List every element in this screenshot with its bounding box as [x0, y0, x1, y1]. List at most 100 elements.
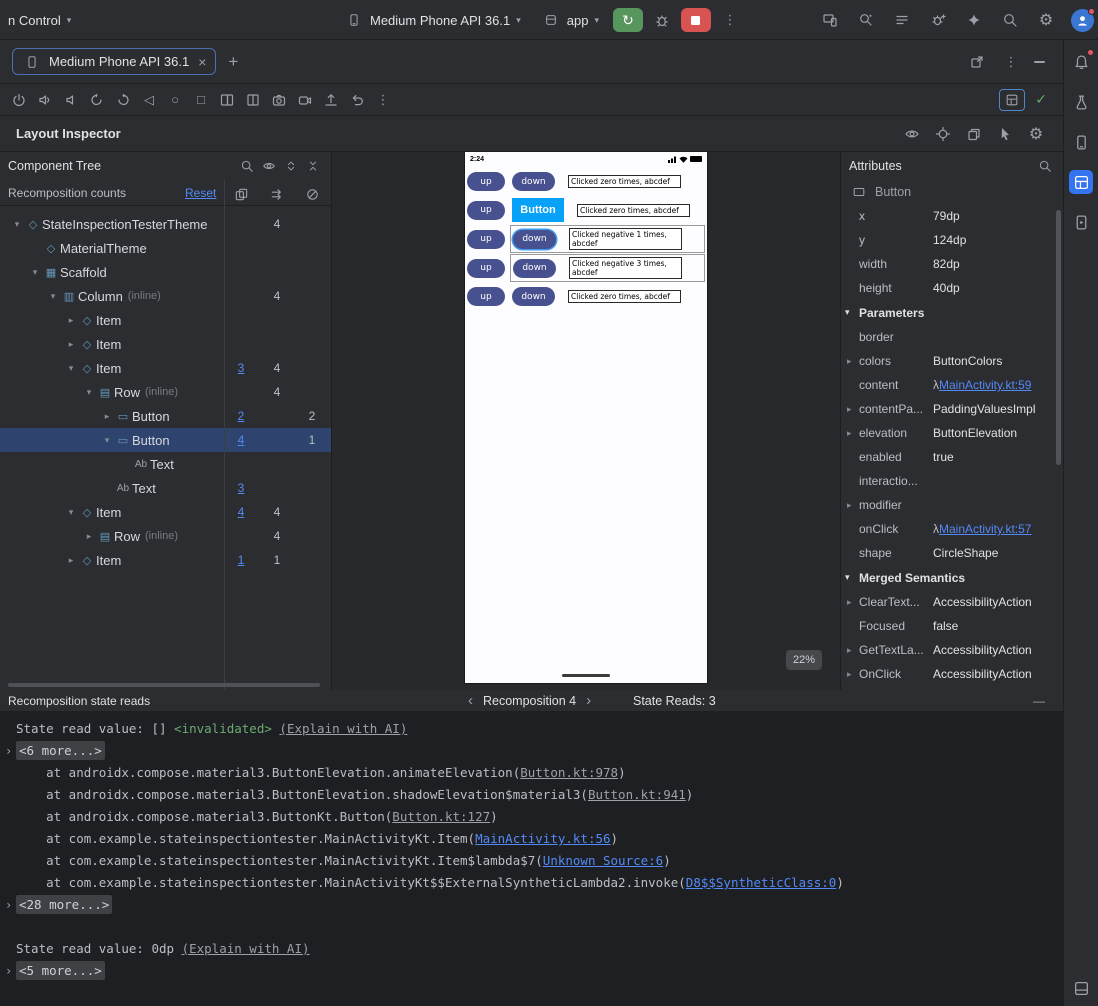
expand-chevron-icon[interactable]: ▸	[847, 428, 859, 439]
fold-chevron-icon[interactable]: ›	[5, 960, 12, 982]
pick-element-icon[interactable]	[932, 123, 954, 145]
volume-down-icon[interactable]	[60, 89, 82, 111]
console-link[interactable]: (Explain with AI)	[182, 941, 310, 956]
settings-gear-icon[interactable]: ⚙	[1035, 9, 1057, 31]
layout-inspector-toggle-icon[interactable]	[999, 88, 1026, 111]
tree-chevron-icon[interactable]: ▾	[64, 363, 78, 374]
tree-item-item[interactable]: ▸ ◇ Item	[0, 308, 331, 332]
fold-badge[interactable]: <28 more...>	[16, 895, 113, 914]
debug-icon[interactable]	[651, 9, 673, 31]
up-button[interactable]: up	[467, 172, 505, 191]
tree-item-item[interactable]: ▾ ◇ Item 4 4	[0, 500, 331, 524]
running-devices-icon[interactable]	[1069, 210, 1093, 234]
tree-chevron-icon[interactable]: ▾	[46, 291, 60, 302]
attr-section-parameters[interactable]: ▾ Parameters	[841, 300, 1063, 325]
source-link[interactable]: MainActivity.kt:57	[939, 522, 1031, 536]
tree-item-scaffold[interactable]: ▾ ▦ Scaffold	[0, 260, 331, 284]
fold-badge[interactable]: <6 more...>	[16, 741, 105, 760]
down-button[interactable]: down	[512, 287, 555, 306]
recomposition-count-link[interactable]: 2	[228, 404, 254, 428]
tree-chevron-icon[interactable]: ▸	[100, 411, 114, 422]
cursor-icon[interactable]	[994, 123, 1016, 145]
run-config-selector[interactable]: app ▾	[535, 6, 605, 34]
home-icon[interactable]: ○	[164, 89, 186, 111]
bottom-panel-toggle-icon[interactable]	[1069, 976, 1093, 1000]
tree-chevron-icon[interactable]: ▸	[82, 531, 96, 542]
volume-up-icon[interactable]	[34, 89, 56, 111]
expand-chevron-icon[interactable]: ▸	[847, 645, 859, 656]
task-list-icon[interactable]	[891, 9, 913, 31]
tree-chevron-icon[interactable]: ▾	[28, 267, 42, 278]
search-icon[interactable]	[237, 156, 257, 176]
console-link[interactable]: (Explain with AI)	[279, 721, 407, 736]
up-button[interactable]: up	[467, 200, 505, 220]
fold-chevron-icon[interactable]: ›	[5, 894, 12, 916]
tree-item-row[interactable]: ▸ ▤ Row (inline) 4	[0, 524, 331, 548]
recomposition-count-link[interactable]: 4	[228, 500, 254, 524]
tree-item-item[interactable]: ▸ ◇ Item 1 1	[0, 548, 331, 572]
tree-chevron-icon[interactable]: ▾	[10, 219, 24, 230]
attr-section-merged-semantics[interactable]: ▾ Merged Semantics	[841, 565, 1063, 590]
device-streaming-icon[interactable]	[819, 9, 841, 31]
tree-chevron-icon[interactable]: ▸	[64, 339, 78, 350]
unfold-icon[interactable]	[242, 89, 264, 111]
expand-chevron-icon[interactable]: ▸	[847, 500, 859, 511]
search-icon[interactable]	[1035, 156, 1055, 176]
gemini-icon[interactable]	[963, 9, 985, 31]
attributes-scrollbar[interactable]	[1056, 210, 1061, 465]
fold-icon[interactable]	[216, 89, 238, 111]
fold-chevron-icon[interactable]: ›	[5, 740, 12, 762]
console-link[interactable]: Button.kt:978	[520, 765, 618, 780]
screenshot-icon[interactable]	[268, 89, 290, 111]
tab-options-kebab-icon[interactable]: ⋮	[1000, 51, 1022, 73]
fold-badge[interactable]: <5 more...>	[16, 961, 105, 980]
rotate-right-icon[interactable]	[112, 89, 134, 111]
tree-horizontal-scrollbar[interactable]	[8, 683, 320, 687]
up-button[interactable]: up	[467, 229, 505, 249]
device-tab[interactable]: Medium Phone API 36.1 ×	[12, 48, 217, 75]
new-tab-icon[interactable]: +	[222, 51, 244, 73]
visibility-eye-icon[interactable]	[259, 156, 279, 176]
expand-all-icon[interactable]	[281, 156, 301, 176]
down-button[interactable]: down	[512, 172, 555, 191]
down-button[interactable]: down	[513, 229, 556, 249]
hide-panel-icon[interactable]: —	[1033, 690, 1045, 712]
tree-chevron-icon[interactable]: ▸	[64, 315, 78, 326]
tree-chevron-icon[interactable]: ▸	[64, 555, 78, 566]
tree-item-materialtheme[interactable]: ◇ MaterialTheme	[0, 236, 331, 260]
down-button[interactable]: down	[513, 258, 556, 278]
open-in-new-window-icon[interactable]	[966, 51, 988, 73]
device-selector[interactable]: Medium Phone API 36.1 ▾	[338, 6, 527, 34]
recomposition-count-link[interactable]: 4	[228, 428, 254, 452]
recomposition-count-column-icon[interactable]	[234, 185, 250, 201]
vcs-widget[interactable]: n Control ▾	[2, 9, 77, 32]
next-recomposition-icon[interactable]: ›	[586, 690, 591, 712]
upload-icon[interactable]	[320, 89, 342, 111]
console-link[interactable]: Unknown Source:6	[543, 853, 663, 868]
stop-button[interactable]	[680, 8, 711, 32]
user-avatar[interactable]	[1071, 7, 1095, 32]
highlight-recompositions-eye-icon[interactable]	[901, 123, 923, 145]
tree-item-text[interactable]: Ab Text	[0, 452, 331, 476]
rotate-left-icon[interactable]	[86, 89, 108, 111]
back-icon[interactable]: ◁	[138, 89, 160, 111]
console-link[interactable]: Button.kt:127	[392, 809, 490, 824]
restore-icon[interactable]	[346, 89, 368, 111]
inspector-settings-gear-icon[interactable]: ⚙	[1025, 123, 1047, 145]
expand-chevron-icon[interactable]: ▸	[847, 356, 859, 367]
device-more-kebab-icon[interactable]: ⋮	[372, 89, 394, 111]
up-button[interactable]: up	[467, 258, 505, 278]
console-link[interactable]: Button.kt:941	[588, 787, 686, 802]
tree-item-button[interactable]: ▸ ▭ Button 2 2	[0, 404, 331, 428]
screen-record-icon[interactable]	[294, 89, 316, 111]
layers-icon[interactable]	[963, 123, 985, 145]
source-link[interactable]: MainActivity.kt:59	[939, 378, 1031, 392]
collapse-all-icon[interactable]	[303, 156, 323, 176]
close-tab-icon[interactable]: ×	[198, 54, 206, 70]
power-icon[interactable]	[8, 89, 30, 111]
tree-item-row[interactable]: ▾ ▤ Row (inline) 4	[0, 380, 331, 404]
console-link[interactable]: MainActivity.kt:56	[475, 831, 610, 846]
expand-chevron-icon[interactable]: ▸	[847, 669, 859, 680]
notifications-bell-icon[interactable]	[1069, 49, 1094, 74]
tree-chevron-icon[interactable]: ▾	[64, 507, 78, 518]
